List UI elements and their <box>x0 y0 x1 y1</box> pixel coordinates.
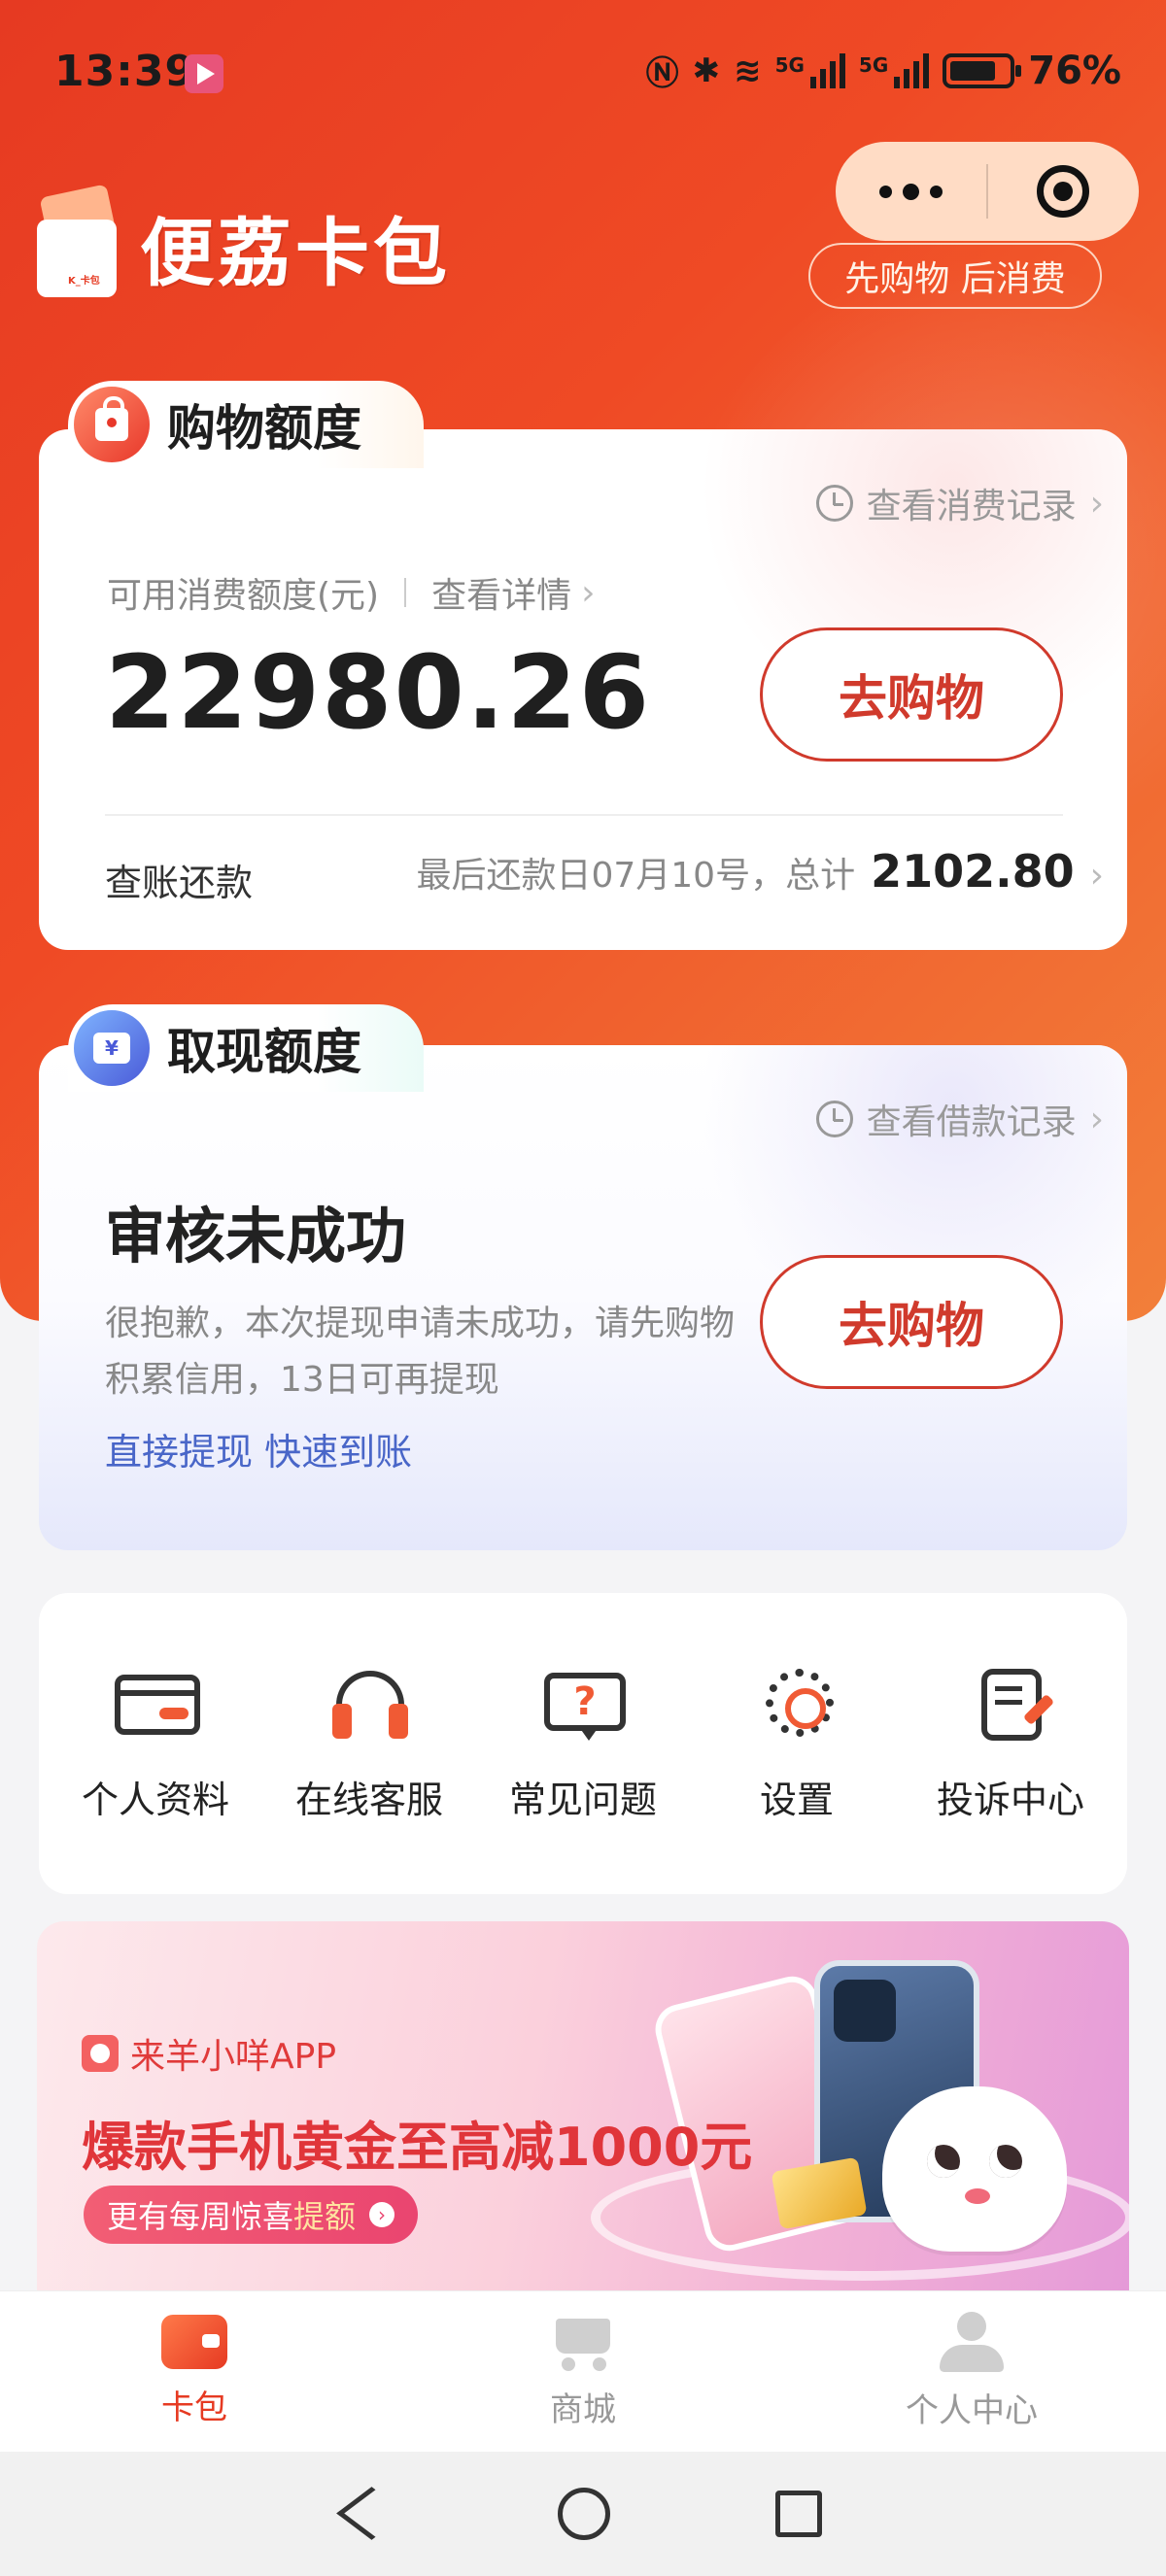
chevron-right-icon: › <box>581 572 596 613</box>
available-credit-label: 可用消费额度(元) 查看详情 › <box>107 567 596 618</box>
service-menu: 个人资料 在线客服 ? 常见问题 设置 投诉中心 <box>39 1593 1127 1894</box>
status-icons: Ⓝ ✱ ≋ 5G 5G 76% <box>646 47 1121 94</box>
shopping-credit-title: 购物额度 <box>167 400 361 457</box>
cash-yen-icon: ¥ <box>74 1010 150 1086</box>
wallet-logo-icon <box>37 184 119 303</box>
close-icon[interactable] <box>988 142 1139 241</box>
menu-item-support[interactable]: 在线客服 <box>267 1665 471 1823</box>
cart-icon <box>548 2313 618 2371</box>
loan-record-label: 查看借款记录 <box>866 1102 1077 1142</box>
signal-icon: 5G <box>858 52 930 88</box>
clock-icon <box>815 1101 853 1137</box>
status-time: 13:39 <box>54 47 196 96</box>
signal-label: 5G <box>858 52 889 77</box>
nfc-icon: Ⓝ <box>645 54 679 93</box>
tab-personal-center[interactable]: 个人中心 <box>777 2291 1166 2452</box>
battery-percent: 76% <box>1028 48 1121 93</box>
cash-credit-title: 取现额度 <box>167 1024 361 1080</box>
miniapp-capsule <box>836 142 1139 241</box>
card-divider <box>105 814 1063 816</box>
available-credit-amount: 22980.26 <box>105 633 652 752</box>
banner-app-label: 来羊小咩APP <box>130 2037 337 2077</box>
consumption-record-label: 查看消费记录 <box>866 487 1077 526</box>
review-status-description: 很抱歉，本次提现申请未成功，请先购物积累信用，13日可再提现 <box>105 1304 736 1400</box>
tab-label: 卡包 <box>161 2389 227 2427</box>
home-icon[interactable] <box>558 2488 610 2540</box>
shopping-bag-icon <box>74 387 150 462</box>
signal-label: 5G <box>774 52 805 77</box>
faq-icon: ? <box>536 1665 630 1743</box>
bill-total-amount: 2102.80 <box>871 845 1075 898</box>
app-logo: 便荔卡包 <box>37 184 451 303</box>
chevron-right-icon: › <box>1089 856 1104 896</box>
battery-icon <box>943 52 1022 88</box>
go-shopping-button-2[interactable]: 去购物 <box>760 1255 1063 1389</box>
wifi-icon: ≋ <box>734 51 762 90</box>
app-name: 便荔卡包 <box>140 210 451 296</box>
banner-app-name: 来羊小咩APP <box>82 2028 336 2079</box>
tab-label: 商城 <box>550 2390 616 2429</box>
consumption-record-link[interactable]: 查看消费记录 › <box>815 478 1104 528</box>
menu-item-label: 个人资料 <box>81 1778 229 1821</box>
complaint-icon <box>964 1665 1057 1743</box>
cash-credit-tab: ¥ 取现额度 <box>68 1004 424 1092</box>
menu-item-faq[interactable]: ? 常见问题 <box>481 1665 685 1823</box>
direct-withdraw-link[interactable]: 直接提现 快速到账 <box>105 1422 412 1475</box>
clock-icon <box>815 485 853 522</box>
gear-icon <box>750 1665 843 1743</box>
chevron-right-icon: › <box>1089 1099 1104 1139</box>
chevron-right-icon: › <box>369 2202 395 2227</box>
menu-item-label: 常见问题 <box>508 1778 657 1821</box>
tab-label: 个人中心 <box>906 2391 1038 2430</box>
mascot-nose <box>965 2188 990 2204</box>
shopping-credit-tab: 购物额度 <box>68 381 424 468</box>
slogan-badge: 先购物 后消费 <box>808 243 1102 309</box>
loan-record-link[interactable]: 查看借款记录 › <box>815 1094 1104 1144</box>
wallet-icon <box>161 2315 227 2369</box>
signal-icon: 5G <box>774 52 845 88</box>
bill-repay-link[interactable]: 查账还款 <box>105 853 253 906</box>
tab-mall[interactable]: 商城 <box>389 2291 777 2452</box>
video-app-icon <box>185 54 223 93</box>
bottom-tab-bar: 卡包 商城 个人中心 <box>0 2290 1166 2452</box>
app-logo-icon <box>82 2035 119 2072</box>
status-bar: 13:39 Ⓝ ✱ ≋ 5G 5G 76% <box>0 0 1166 146</box>
menu-item-profile[interactable]: 个人资料 <box>53 1665 257 1823</box>
review-status-title: 审核未成功 <box>105 1201 407 1271</box>
banner-cta[interactable]: 更有每周惊喜 提额 › <box>84 2186 419 2244</box>
card-icon <box>109 1665 202 1743</box>
available-credit-text: 可用消费额度(元) <box>107 576 380 616</box>
banner-headline: 爆款手机黄金至高减1000元 <box>82 2117 753 2178</box>
bluetooth-icon: ✱ <box>692 51 721 90</box>
back-icon[interactable] <box>344 2488 393 2540</box>
menu-item-label: 投诉中心 <box>936 1778 1084 1821</box>
chevron-right-icon: › <box>1089 483 1104 524</box>
promo-banner[interactable]: 来羊小咩APP 爆款手机黄金至高减1000元 更有每周惊喜 提额 › <box>37 1921 1129 2290</box>
user-icon <box>938 2312 1006 2372</box>
menu-item-label: 设置 <box>759 1778 834 1821</box>
go-shopping-button[interactable]: 去购物 <box>760 627 1063 762</box>
view-details-link[interactable]: 查看详情 <box>431 567 571 618</box>
menu-item-complaint[interactable]: 投诉中心 <box>909 1665 1113 1823</box>
banner-cta-highlight: 提额 <box>293 2198 357 2235</box>
headset-icon <box>323 1665 416 1743</box>
recent-apps-icon[interactable] <box>775 2491 822 2537</box>
menu-item-label: 在线客服 <box>294 1778 443 1821</box>
menu-item-settings[interactable]: 设置 <box>695 1665 899 1823</box>
system-navigation-bar <box>0 2452 1166 2576</box>
bill-summary[interactable]: 最后还款日07月10号，总计 2102.80 › <box>416 845 1104 898</box>
more-icon[interactable] <box>836 142 986 241</box>
banner-cta-text: 更有每周惊喜 <box>107 2198 294 2235</box>
separator <box>404 578 407 607</box>
bill-due-info: 最后还款日07月10号，总计 <box>416 856 856 896</box>
tab-card-wallet[interactable]: 卡包 <box>0 2291 389 2452</box>
sheep-mascot-image <box>882 2086 1067 2252</box>
